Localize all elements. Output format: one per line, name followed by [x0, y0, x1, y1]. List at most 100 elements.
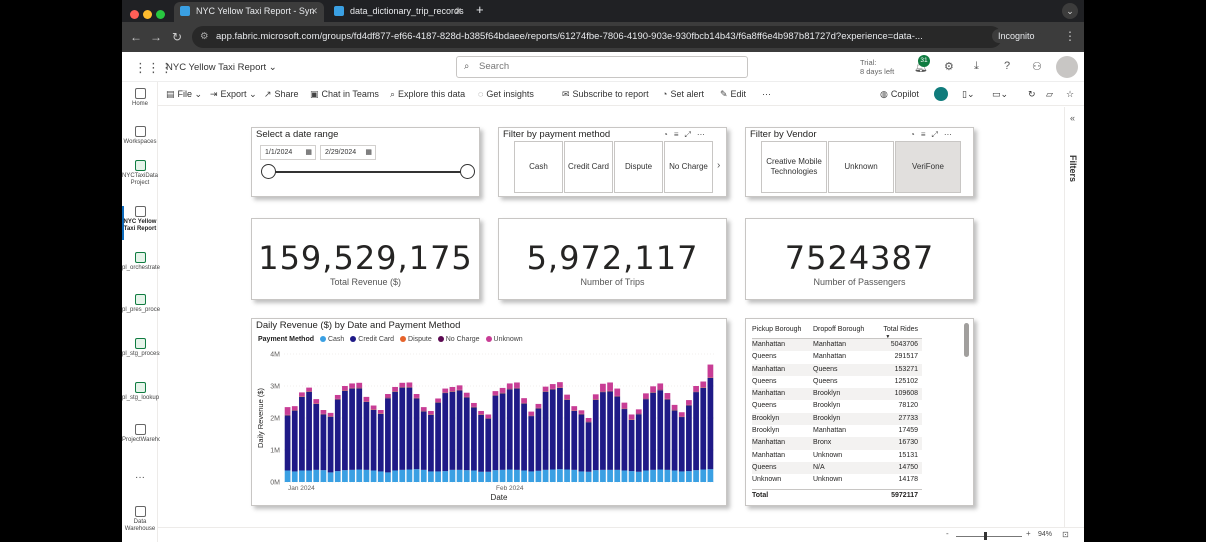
- bar-segment-unknown[interactable]: [284, 407, 291, 415]
- table-row[interactable]: Unknown Unknown 14178: [752, 474, 922, 486]
- bar-segment-unknown[interactable]: [313, 399, 320, 404]
- bar-segment-credit-card[interactable]: [535, 408, 542, 471]
- bar-segment-cash[interactable]: [334, 471, 341, 482]
- back-icon[interactable]: ←: [130, 30, 142, 44]
- nav-more[interactable]: ···: [122, 473, 158, 483]
- zoom-level[interactable]: 94%: [1038, 531, 1052, 538]
- bar-segment-cash[interactable]: [564, 469, 570, 482]
- browser-tab-dictionary[interactable]: data_dictionary_trip_records ✕: [328, 2, 468, 22]
- nav-item-pipeline-orchestrate[interactable]: pl_orchestrate_nyctaxi: [122, 252, 182, 272]
- bar-segment-credit-card[interactable]: [428, 414, 434, 472]
- bar-segment-credit-card[interactable]: [313, 403, 320, 470]
- bar-segment-cash[interactable]: [370, 470, 377, 482]
- column-header-total-rides[interactable]: Total Rides ▼: [883, 323, 918, 340]
- bar-segment-unknown[interactable]: [643, 393, 649, 399]
- bar-segment-cash[interactable]: [327, 472, 334, 482]
- bar-segment-credit-card[interactable]: [657, 390, 664, 470]
- bar-segment-cash[interactable]: [413, 469, 420, 482]
- bar-segment-cash[interactable]: [428, 471, 434, 482]
- payment-option-credit-card[interactable]: Credit Card: [564, 141, 613, 193]
- bar-segment-cash[interactable]: [621, 470, 628, 482]
- end-date-input[interactable]: 2/29/2024 ▦: [320, 145, 376, 160]
- bar-segment-cash[interactable]: [492, 470, 499, 482]
- nav-item-data-warehouse[interactable]: Data Warehouse: [122, 506, 158, 533]
- bar-segment-unknown[interactable]: [449, 386, 456, 392]
- url-field[interactable]: ⚙ app.fabric.microsoft.com/groups/fd4df8…: [192, 26, 1002, 48]
- bar-segment-credit-card[interactable]: [621, 409, 628, 471]
- bar-segment-unknown[interactable]: [621, 402, 628, 409]
- bar-segment-credit-card[interactable]: [284, 415, 291, 471]
- bar-segment-credit-card[interactable]: [377, 413, 384, 472]
- zoom-slider-track[interactable]: [956, 536, 1022, 537]
- payment-option-dispute[interactable]: Dispute: [614, 141, 663, 193]
- favorite-icon[interactable]: ☆: [1066, 89, 1074, 100]
- bar-segment-unknown[interactable]: [327, 412, 334, 417]
- bar-segment-unknown[interactable]: [614, 388, 621, 396]
- table-scrollbar[interactable]: [964, 323, 969, 357]
- bar-segment-credit-card[interactable]: [528, 416, 535, 472]
- refresh-icon[interactable]: ↻: [1028, 89, 1036, 100]
- visual-header-icons[interactable]: ◔≡⤢⋯: [663, 130, 711, 140]
- bar-segment-cash[interactable]: [313, 469, 320, 482]
- bar-segment-cash[interactable]: [442, 471, 449, 482]
- bar-segment-unknown[interactable]: [485, 414, 492, 418]
- bar-segment-unknown[interactable]: [342, 386, 348, 391]
- bar-segment-credit-card[interactable]: [700, 387, 707, 470]
- view-icon[interactable]: ▭⌄: [992, 89, 1008, 100]
- bar-segment-credit-card[interactable]: [327, 416, 334, 473]
- bar-segment-credit-card[interactable]: [499, 393, 506, 470]
- copilot-button[interactable]: ◍ Copilot: [880, 89, 919, 100]
- report-title-menu[interactable]: NYC Yellow Taxi Report ⌄: [166, 62, 277, 73]
- bar-segment-unknown[interactable]: [578, 410, 585, 414]
- bar-segment-credit-card[interactable]: [449, 391, 456, 470]
- bar-segment-cash[interactable]: [463, 470, 470, 482]
- bar-segment-cash[interactable]: [614, 469, 621, 482]
- bar-segment-cash[interactable]: [342, 470, 348, 482]
- incognito-indicator[interactable]: Incognito: [992, 29, 1041, 43]
- nav-item-home[interactable]: Home: [122, 88, 158, 108]
- bar-segment-credit-card[interactable]: [370, 410, 377, 471]
- bar-segment-credit-card[interactable]: [478, 414, 484, 472]
- bar-segment-credit-card[interactable]: [564, 399, 570, 470]
- bar-segment-cash[interactable]: [657, 469, 664, 482]
- vendor-option-unknown[interactable]: Unknown: [828, 141, 894, 193]
- bar-segment-unknown[interactable]: [557, 382, 563, 388]
- bar-segment-cash[interactable]: [449, 469, 456, 482]
- bar-segment-cash[interactable]: [349, 469, 355, 482]
- bar-segment-cash[interactable]: [363, 469, 370, 482]
- bar-segment-unknown[interactable]: [406, 382, 413, 387]
- nav-item-pipeline-pres[interactable]: pl_pres_processing_nyc...: [122, 294, 192, 314]
- table-row[interactable]: Manhattan Queens 153271: [752, 363, 922, 376]
- bar-segment-credit-card[interactable]: [299, 396, 305, 471]
- bar-segment-credit-card[interactable]: [349, 388, 355, 470]
- bar-segment-unknown[interactable]: [686, 400, 692, 405]
- close-window-button[interactable]: [130, 10, 139, 19]
- subscribe-button[interactable]: ✉ Subscribe to report: [562, 89, 649, 100]
- bar-segment-unknown[interactable]: [542, 386, 549, 392]
- bar-segment-credit-card[interactable]: [693, 392, 699, 471]
- bar-segment-unknown[interactable]: [499, 387, 506, 393]
- table-row[interactable]: Brooklyn Brooklyn 27733: [752, 412, 922, 426]
- table-row[interactable]: Queens Manhattan 291517: [752, 351, 922, 363]
- bar-segment-unknown[interactable]: [506, 383, 513, 389]
- bar-segment-unknown[interactable]: [707, 364, 714, 378]
- bar-segment-credit-card[interactable]: [456, 390, 463, 470]
- bar-segment-unknown[interactable]: [657, 383, 664, 390]
- column-header-pickup[interactable]: Pickup Borough: [752, 323, 801, 337]
- bar-segment-unknown[interactable]: [571, 406, 578, 411]
- bar-segment-cash[interactable]: [592, 470, 599, 482]
- bar-segment-unknown[interactable]: [463, 392, 470, 397]
- bar-segment-cash[interactable]: [399, 469, 406, 482]
- bar-segment-cash[interactable]: [420, 469, 427, 482]
- bar-segment-credit-card[interactable]: [521, 403, 527, 471]
- search-input[interactable]: ⌕ Search: [456, 56, 748, 78]
- payment-option-cash[interactable]: Cash: [514, 141, 563, 193]
- bar-segment-unknown[interactable]: [363, 396, 370, 402]
- bar-segment-cash[interactable]: [650, 469, 656, 482]
- bar-segment-unknown[interactable]: [385, 394, 391, 398]
- minimize-window-button[interactable]: [143, 10, 152, 19]
- bar-segment-unknown[interactable]: [664, 393, 671, 399]
- bar-segment-cash[interactable]: [557, 469, 563, 482]
- bar-segment-cash[interactable]: [521, 470, 527, 482]
- bar-segment-credit-card[interactable]: [291, 410, 298, 472]
